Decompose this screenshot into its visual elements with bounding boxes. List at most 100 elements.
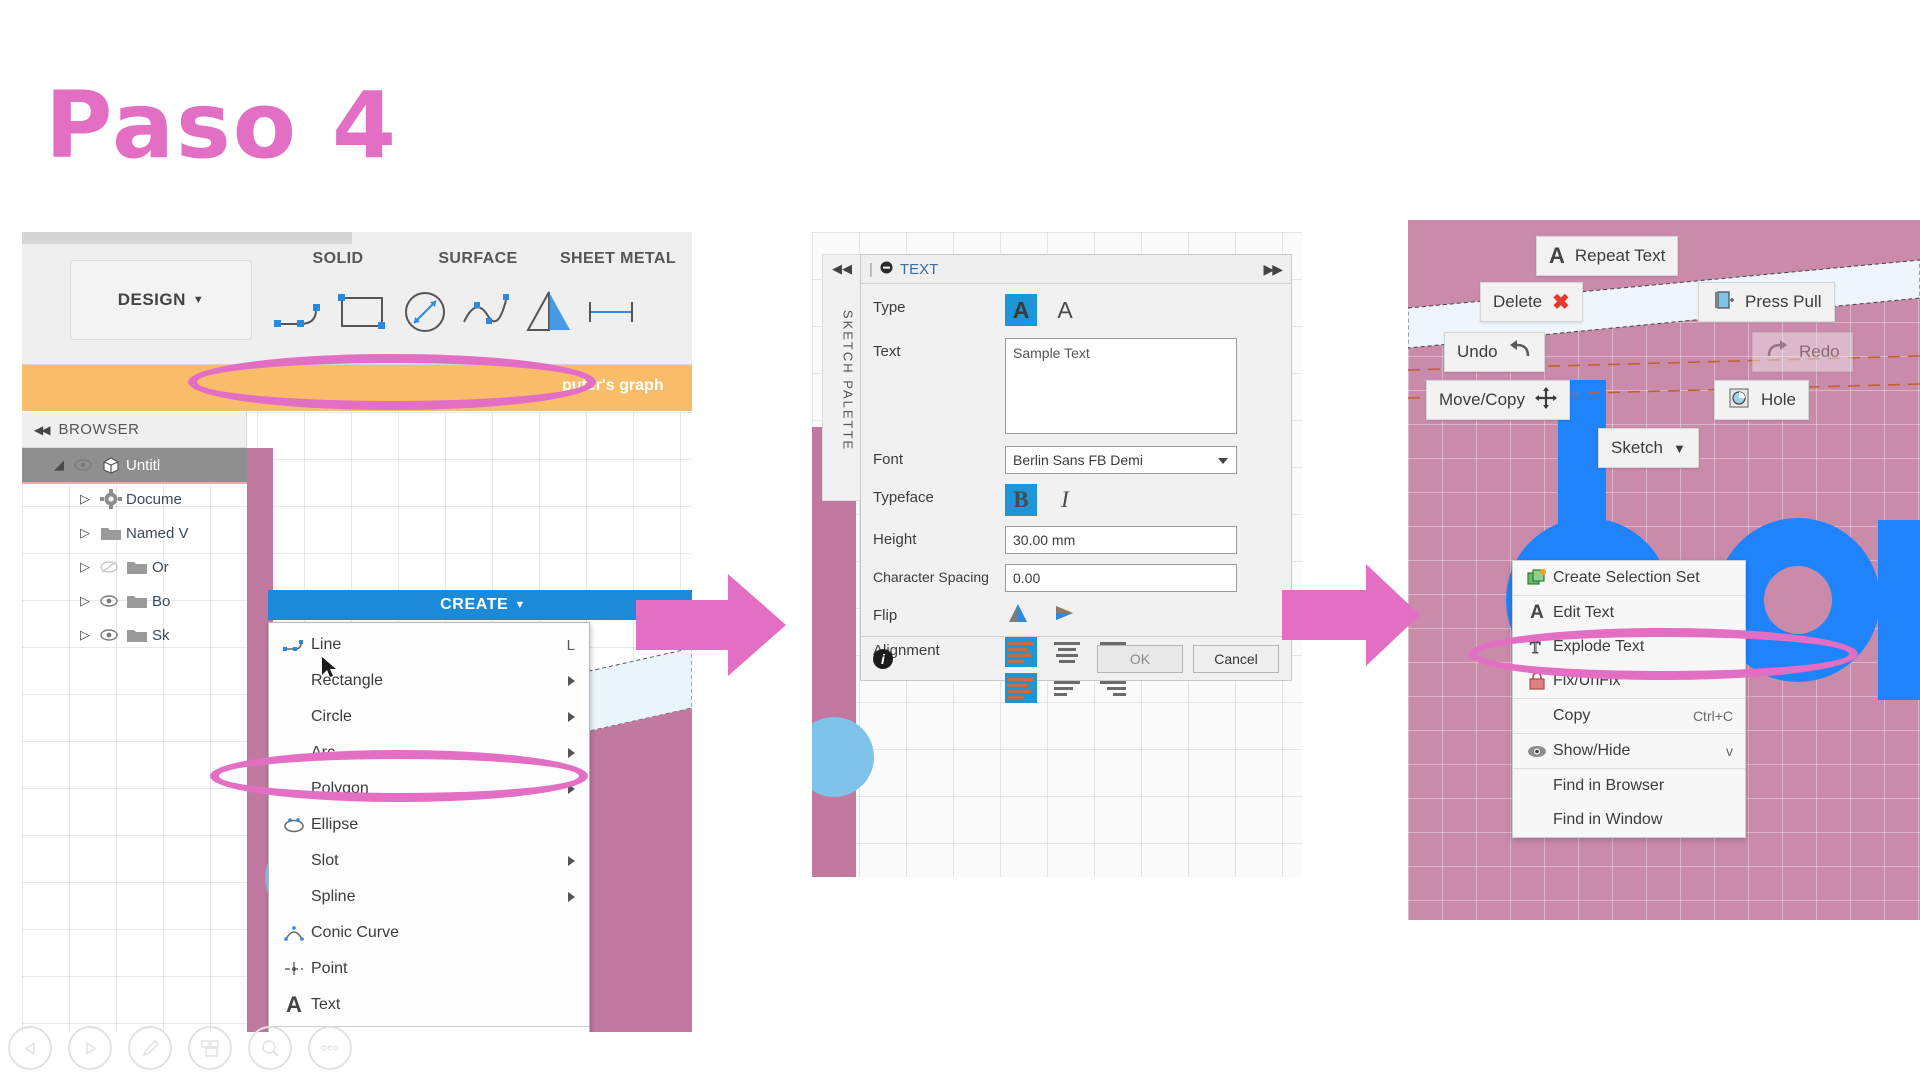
info-icon[interactable]: i <box>873 648 893 669</box>
marking-menu-delete[interactable]: Delete ✖ <box>1480 282 1583 322</box>
context-item-show-hide[interactable]: Show/Hide v <box>1513 734 1745 768</box>
menu-item-point[interactable]: Point <box>269 951 589 987</box>
submenu-arrow-icon <box>568 712 575 722</box>
browser-row-document-settings[interactable]: ▷ Docume <box>22 482 247 516</box>
browser-row-bodies[interactable]: ▷ Bo <box>22 584 247 618</box>
design-workspace-button[interactable]: DESIGN ▼ <box>70 260 252 340</box>
bold-button[interactable]: B <box>1005 484 1037 516</box>
context-item-label: Find in Browser <box>1553 777 1665 794</box>
expand-dialog-icon[interactable]: ▶▶ <box>1263 261 1291 278</box>
context-item-find-in-window[interactable]: Find in Window <box>1513 803 1745 837</box>
menu-item-conic-curve[interactable]: Conic Curve <box>269 915 589 951</box>
text-a-icon: A <box>1549 243 1565 268</box>
create-button[interactable]: CREATE ▼ <box>268 590 692 620</box>
pen-icon[interactable] <box>128 1026 172 1070</box>
marking-menu-label: Sketch <box>1611 438 1663 457</box>
menu-item-line[interactable]: Line L <box>269 627 589 663</box>
italic-button[interactable]: I <box>1049 484 1081 516</box>
expand-arrow-icon[interactable]: ◢ <box>48 457 70 473</box>
marking-menu-hole[interactable]: Hole <box>1714 380 1809 420</box>
text-input[interactable] <box>1005 338 1237 434</box>
tab-surface[interactable]: SURFACE <box>408 250 548 268</box>
menu-item-label: Spline <box>311 888 356 905</box>
context-item-label: Edit Text <box>1553 604 1615 621</box>
font-select[interactable]: Berlin Sans FB Demi <box>1005 446 1237 474</box>
field-height: Height 30.00 mm <box>861 526 1291 554</box>
line-icon <box>277 637 311 653</box>
ok-button[interactable]: OK <box>1097 644 1183 673</box>
line-tool-icon[interactable] <box>270 284 332 342</box>
menu-item-spline[interactable]: Spline <box>269 879 589 915</box>
collapse-dialog-icon[interactable] <box>880 261 893 278</box>
press-pull-icon <box>1711 289 1735 316</box>
eye-hidden-icon[interactable] <box>96 561 122 573</box>
flip-horizontal-icon[interactable] <box>1005 602 1031 629</box>
eye-icon[interactable] <box>96 629 122 641</box>
slide-grid-icon[interactable] <box>188 1026 232 1070</box>
sketch-palette-label: SKETCH PALETTE <box>840 309 856 452</box>
zoom-icon[interactable] <box>248 1026 292 1070</box>
expand-arrow-icon[interactable]: ▷ <box>74 525 96 541</box>
type-solid-text-button[interactable]: A <box>1005 294 1037 326</box>
rectangle-tool-icon[interactable] <box>332 284 394 342</box>
field-typeface: Typeface B I <box>861 484 1291 516</box>
marking-menu-repeat-text[interactable]: A Repeat Text <box>1536 236 1679 276</box>
context-item-shortcut: v <box>1726 743 1733 759</box>
left-toolbar: DESIGN ▼ SOLID SURFACE SHEET METAL <box>22 232 692 365</box>
browser-tree: ◢ Untitl ▷ Docume ▷ Named V ▷ Or ▷ Bo ▷ … <box>22 448 247 652</box>
more-options-icon[interactable] <box>308 1026 352 1070</box>
character-spacing-input[interactable]: 0.00 <box>1005 564 1237 592</box>
spline-tool-icon[interactable] <box>456 284 518 342</box>
dimension-tool-icon[interactable] <box>580 284 642 342</box>
menu-item-circle[interactable]: Circle <box>269 699 589 735</box>
mirror-tool-icon[interactable] <box>518 284 580 342</box>
next-slide-icon[interactable] <box>68 1026 112 1070</box>
flip-vertical-icon[interactable] <box>1053 602 1079 629</box>
menu-item-ellipse[interactable]: Ellipse <box>269 807 589 843</box>
context-item-copy[interactable]: Copy Ctrl+C <box>1513 699 1745 733</box>
circle-tool-icon[interactable] <box>394 284 456 342</box>
height-label: Height <box>873 531 917 548</box>
menu-item-rectangle[interactable]: Rectangle <box>269 663 589 699</box>
arrow-middle-to-right-icon <box>1282 564 1420 666</box>
collapse-panel-icon[interactable]: ◀◀ <box>34 423 51 437</box>
expand-arrow-icon[interactable]: ▷ <box>74 593 96 609</box>
submenu-arrow-icon <box>568 892 575 902</box>
conic-curve-icon <box>277 925 311 941</box>
context-item-label: Copy <box>1553 707 1591 724</box>
cancel-button[interactable]: Cancel <box>1193 644 1279 673</box>
undo-arrow-icon <box>1508 339 1532 365</box>
marking-menu-sketch[interactable]: Sketch ▼ <box>1598 428 1699 468</box>
tab-sheet-metal[interactable]: SHEET METAL <box>548 250 688 268</box>
selection-set-icon <box>1521 569 1553 587</box>
context-item-create-selection-set[interactable]: Create Selection Set <box>1513 561 1745 595</box>
marking-menu-press-pull[interactable]: Press Pull <box>1698 282 1835 322</box>
context-item-edit-text[interactable]: A Edit Text <box>1513 596 1745 630</box>
drag-handle-icon[interactable]: | <box>869 261 873 278</box>
browser-row-sketches[interactable]: ▷ Sk <box>22 618 247 652</box>
context-item-shortcut: Ctrl+C <box>1692 708 1733 724</box>
marking-menu-move-copy[interactable]: Move/Copy <box>1426 380 1570 420</box>
context-menu: Create Selection Set A Edit Text T Explo… <box>1512 560 1746 838</box>
context-item-find-in-browser[interactable]: Find in Browser <box>1513 769 1745 803</box>
browser-row-named-views[interactable]: ▷ Named V <box>22 516 247 550</box>
submenu-arrow-icon <box>568 676 575 686</box>
browser-row-untitled[interactable]: ◢ Untitl <box>22 448 247 482</box>
browser-row-origin[interactable]: ▷ Or <box>22 550 247 584</box>
context-item-label: Find in Window <box>1553 811 1663 828</box>
sketch-palette-bar[interactable]: ◀◀ SKETCH PALETTE <box>822 254 862 501</box>
height-input[interactable]: 30.00 mm <box>1005 526 1237 554</box>
collapse-panel-icon[interactable]: ◀◀ <box>832 261 852 277</box>
expand-arrow-icon[interactable]: ▷ <box>74 627 96 643</box>
marking-menu-undo[interactable]: Undo <box>1444 332 1545 372</box>
type-outline-text-button[interactable]: A <box>1049 294 1081 326</box>
menu-item-text[interactable]: A Text <box>269 987 589 1023</box>
expand-arrow-icon[interactable]: ▷ <box>74 491 96 507</box>
menu-item-slot[interactable]: Slot <box>269 843 589 879</box>
tab-solid[interactable]: SOLID <box>268 250 408 268</box>
marking-menu-redo: Redo <box>1752 332 1853 372</box>
expand-arrow-icon[interactable]: ▷ <box>74 559 96 575</box>
eye-icon[interactable] <box>70 459 96 471</box>
previous-slide-icon[interactable] <box>8 1026 52 1070</box>
eye-icon[interactable] <box>96 595 122 607</box>
